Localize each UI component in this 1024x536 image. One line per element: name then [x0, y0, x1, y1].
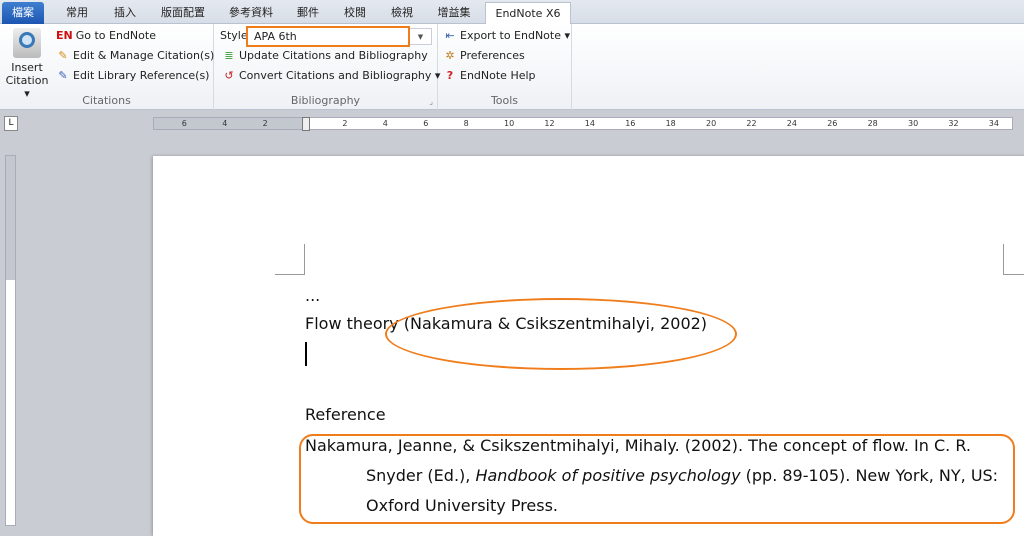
bibliography-group-label: Bibliography: [290, 94, 361, 107]
tab-file[interactable]: 檔案: [2, 2, 44, 24]
tab-mailings[interactable]: 郵件: [284, 2, 332, 24]
ruler-tick-label: 8: [463, 119, 469, 128]
reference-heading: Reference: [305, 405, 386, 424]
horizontal-ruler[interactable]: 6 4 2 2 4 6 8 10 12 14 16 18 20 22 24 26 28 30 32 34: [153, 117, 1013, 131]
ruler-tick-label: 6: [181, 119, 187, 128]
ruler-tick-label: 22: [746, 119, 757, 128]
convert-icon: ↺: [224, 69, 234, 82]
tab-addins[interactable]: 增益集: [426, 2, 482, 24]
ruler-tick-label: 34: [988, 119, 999, 128]
highlight-ellipse: [385, 298, 737, 370]
export-to-endnote-button[interactable]: ⇤ Export to EndNote ▾: [443, 27, 570, 45]
tab-references[interactable]: 參考資料: [218, 2, 284, 24]
dialog-launcher-icon[interactable]: ⌟: [429, 97, 433, 106]
update-citations-button[interactable]: ≣ Update Citations and Bibliography: [222, 47, 427, 65]
ruler-tick-label: 2: [262, 119, 268, 128]
tab-page-layout[interactable]: 版面配置: [150, 2, 216, 24]
ruler-tick-label: 14: [584, 119, 595, 128]
reference-line-3: Oxford University Press.: [366, 496, 559, 515]
tab-insert[interactable]: 插入: [102, 2, 148, 24]
ruler-tick-label: 24: [786, 119, 797, 128]
book-title: Handbook of positive psychology: [475, 466, 741, 485]
ruler-tick-label: 30: [908, 119, 919, 128]
style-select[interactable]: APA 6th: [246, 26, 410, 47]
edit-list-icon: ✎: [58, 69, 68, 82]
ribbon-tabs: 檔案 常用 插入 版面配置 參考資料 郵件 校閱 檢視 增益集 EndNote …: [0, 0, 1024, 25]
ruler-tick-label: 18: [665, 119, 676, 128]
ruler-tick-label: 4: [382, 119, 388, 128]
ruler-tick-label: 16: [625, 119, 636, 128]
ruler-tick-label: 12: [544, 119, 555, 128]
vertical-ruler[interactable]: [5, 155, 16, 526]
ruler-tick-label: 10: [504, 119, 515, 128]
insert-citation-button[interactable]: Insert Citation ▾: [4, 28, 50, 100]
indent-marker[interactable]: [302, 117, 310, 131]
text-cursor: [305, 342, 307, 366]
tools-group: ⇤ Export to EndNote ▾ ✲ Preferences ? EndNo…: [438, 24, 572, 110]
ruler-tick-label: 28: [867, 119, 878, 128]
tab-view[interactable]: 檢視: [378, 2, 426, 24]
update-list-icon: ≣: [224, 49, 234, 62]
tools-group-label: Tools: [490, 94, 519, 107]
document-page[interactable]: ... Flow theory (Nakamura & Csikszentmih…: [153, 156, 1024, 536]
edit-pencil-icon: ✎: [58, 49, 68, 62]
ruler-tick-label: 26: [827, 119, 838, 128]
preferences-button[interactable]: ✲ Preferences: [443, 47, 524, 65]
tab-stop-selector[interactable]: L: [4, 116, 18, 131]
ruler-tick-label: 20: [706, 119, 717, 128]
preferences-wrench-icon: ✲: [445, 49, 455, 62]
endnote-help-button[interactable]: ? EndNote Help: [443, 67, 536, 85]
reference-line-2: Snyder (Ed.), Handbook of positive psych…: [366, 466, 999, 485]
convert-citations-button[interactable]: ↺ Convert Citations and Bibliography ▾: [222, 67, 440, 85]
magnifier-icon: [13, 28, 41, 58]
style-dropdown-arrow[interactable]: ▼: [410, 28, 432, 45]
export-icon: ⇤: [445, 29, 455, 42]
ruler-tick-label: 32: [948, 119, 959, 128]
ruler-tick-label: 2: [342, 119, 348, 128]
endnote-logo-icon: EN: [56, 29, 73, 42]
citations-group: Insert Citation ▾ EN Go to EndNote ✎ Edit …: [0, 24, 214, 110]
ruler-tick-label: 6: [423, 119, 429, 128]
edit-library-reference-button[interactable]: ✎ Edit Library Reference(s): [56, 67, 209, 85]
ruler-tick-label: 4: [222, 119, 228, 128]
tab-review[interactable]: 校閱: [332, 2, 378, 24]
ellipsis-text: ...: [305, 286, 321, 305]
edit-manage-citations-button[interactable]: ✎ Edit & Manage Citation(s): [56, 47, 214, 65]
bibliography-group: Style: APA 6th ▼ ≣ Update Citations and B…: [214, 24, 440, 110]
tab-endnote[interactable]: EndNote X6: [485, 2, 571, 25]
reference-line-1: Nakamura, Jeanne, & Csikszentmihalyi, Mi…: [305, 436, 971, 455]
help-question-icon: ?: [446, 69, 454, 82]
insert-label: Insert: [11, 61, 43, 74]
citations-group-label: Citations: [82, 94, 131, 107]
go-to-endnote-button[interactable]: EN Go to EndNote: [56, 27, 156, 45]
ribbon: Insert Citation ▾ EN Go to EndNote ✎ Edit …: [0, 24, 1024, 110]
tab-home[interactable]: 常用: [52, 2, 102, 24]
